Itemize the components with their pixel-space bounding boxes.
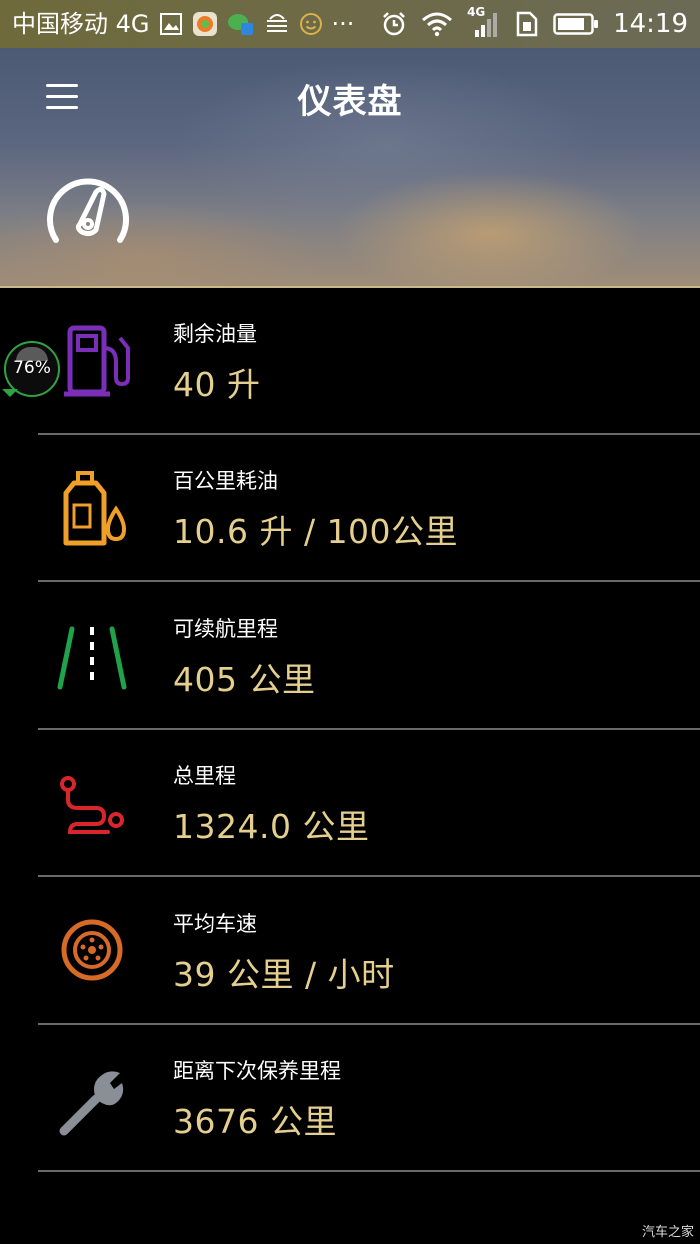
item-value: 1324.0 公里 xyxy=(173,807,370,846)
item-label: 总里程 xyxy=(173,764,236,788)
list-item-total-mileage[interactable]: 总里程 1324.0 公里 xyxy=(38,730,700,877)
divider xyxy=(38,580,700,582)
alarm-icon xyxy=(383,12,405,36)
item-label: 剩余油量 xyxy=(173,322,257,346)
page-title: 仪表盘 xyxy=(297,82,403,122)
divider xyxy=(38,1170,700,1172)
oil-can-icon xyxy=(63,471,127,546)
clock: 14:19 xyxy=(613,9,688,39)
divider xyxy=(38,875,700,877)
item-label: 平均车速 xyxy=(173,912,257,936)
cloud-icon xyxy=(266,14,287,32)
list-item-remaining-fuel[interactable]: 剩余油量 40 升 xyxy=(38,288,700,435)
item-value: 3676 公里 xyxy=(173,1102,337,1141)
item-value: 40 升 xyxy=(173,365,261,404)
list-item-average-speed[interactable]: 平均车速 39 公里 / 小时 xyxy=(38,878,700,1025)
speedometer-icon xyxy=(47,178,129,243)
list-item-driving-range[interactable]: 可续航里程 405 公里 xyxy=(38,583,700,730)
badge-percent: 76% xyxy=(13,358,51,378)
carrier-label: 中国移动 4G xyxy=(12,10,150,38)
wrench-icon xyxy=(59,1071,124,1136)
battery-icon xyxy=(553,13,599,35)
dual-sim-icon xyxy=(516,11,538,37)
fuel-pump-icon xyxy=(64,325,130,397)
item-label: 可续航里程 xyxy=(173,617,278,641)
item-label: 距离下次保养里程 xyxy=(173,1059,341,1083)
image-notification-icon xyxy=(159,13,182,35)
item-value: 405 公里 xyxy=(173,660,316,699)
item-value: 10.6 升 / 100公里 xyxy=(173,512,459,551)
road-icon xyxy=(57,626,127,690)
list-item-fuel-consumption[interactable]: 百公里耗油 10.6 升 / 100公里 xyxy=(38,435,700,582)
watermark: 汽车之家 xyxy=(641,1225,694,1240)
wechat-notification-icon xyxy=(227,14,253,35)
wheel-icon xyxy=(61,919,123,981)
badge-tail xyxy=(2,389,18,397)
status-bar: 中国移动 4G ··· 4G 14:19 xyxy=(0,0,700,48)
smiley-icon xyxy=(299,13,322,35)
item-value: 39 公里 / 小时 xyxy=(173,955,395,994)
app-notification-icon xyxy=(192,12,217,36)
item-label: 百公里耗油 xyxy=(173,469,278,493)
wifi-icon xyxy=(422,12,453,37)
route-icon xyxy=(60,776,124,834)
list-item-next-maintenance[interactable]: 距离下次保养里程 3676 公里 xyxy=(38,1025,700,1172)
signal-icon xyxy=(475,13,498,37)
more-notifications-icon: ··· xyxy=(331,10,355,38)
